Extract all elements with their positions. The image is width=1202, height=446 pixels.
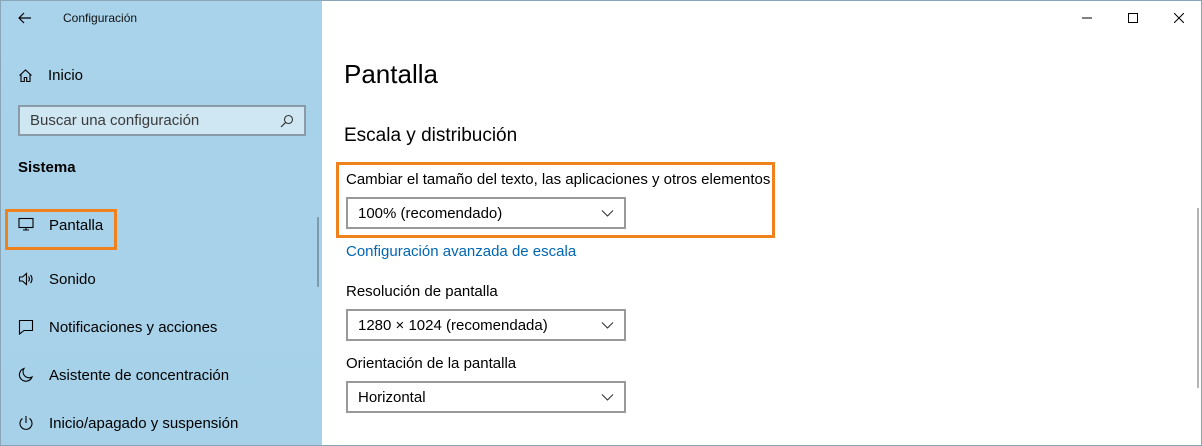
page-title: Pantalla <box>344 59 438 89</box>
search-icon[interactable] <box>280 114 294 128</box>
chevron-down-icon <box>601 394 614 401</box>
settings-window: Configuración Inicio Sistema Pantalla So… <box>0 0 1202 446</box>
nav-list: Pantalla Sonido Notificaciones y accione… <box>1 207 322 445</box>
back-button[interactable] <box>1 1 49 35</box>
scale-dropdown[interactable]: 100% (recomendado) <box>346 197 626 229</box>
sidebar-item-label: Asistente de concentración <box>49 366 230 384</box>
sidebar: Configuración Inicio Sistema Pantalla So… <box>1 1 322 445</box>
maximize-icon <box>1128 13 1138 23</box>
sidebar-item-notificaciones[interactable]: Notificaciones y acciones <box>1 303 322 351</box>
title-bar: Configuración <box>1 1 322 35</box>
sidebar-item-label: Notificaciones y acciones <box>49 318 218 336</box>
sidebar-item-sonido[interactable]: Sonido <box>1 255 322 303</box>
minimize-button[interactable] <box>1064 1 1110 35</box>
resolution-label: Resolución de pantalla <box>346 283 498 300</box>
sidebar-item-label: Pantalla <box>49 217 104 234</box>
scale-label: Cambiar el tamaño del texto, las aplicac… <box>346 171 771 188</box>
window-title: Configuración <box>63 11 138 25</box>
chevron-down-icon <box>601 322 614 329</box>
close-icon <box>1174 13 1184 23</box>
resolution-dropdown[interactable]: 1280 × 1024 (recomendada) <box>346 309 626 341</box>
search-box[interactable] <box>18 105 306 136</box>
sidebar-item-pantalla[interactable]: Pantalla <box>1 207 322 255</box>
search-input[interactable] <box>30 112 270 129</box>
speaker-icon <box>18 272 33 286</box>
maximize-button[interactable] <box>1110 1 1156 35</box>
chevron-down-icon <box>601 210 614 217</box>
monitor-icon <box>18 217 34 231</box>
minimize-icon <box>1082 17 1092 19</box>
advanced-scale-link[interactable]: Configuración avanzada de escala <box>346 243 576 260</box>
close-button[interactable] <box>1156 1 1201 35</box>
back-arrow-icon <box>18 12 31 24</box>
main-scrollbar[interactable] <box>1197 208 1199 388</box>
window-controls <box>1064 1 1201 35</box>
main-content: Pantalla Escala y distribución Cambiar e… <box>322 1 1201 445</box>
home-icon <box>19 68 32 82</box>
orientation-dropdown-value: Horizontal <box>358 388 426 406</box>
section-label-sistema: Sistema <box>18 159 76 176</box>
sidebar-item-label: Sonido <box>49 270 96 288</box>
section-title: Escala y distribución <box>344 125 518 146</box>
notification-icon <box>18 319 34 335</box>
orientation-label: Orientación de la pantalla <box>346 355 517 372</box>
nav-home-label: Inicio <box>48 66 84 84</box>
sidebar-scrollbar[interactable] <box>317 217 319 287</box>
resolution-dropdown-value: 1280 × 1024 (recomendada) <box>358 316 548 334</box>
moon-icon <box>18 367 34 382</box>
sidebar-item-asistente[interactable]: Asistente de concentración <box>1 351 322 399</box>
power-icon <box>19 416 33 430</box>
orientation-dropdown[interactable]: Horizontal <box>346 381 626 413</box>
sidebar-item-label: Inicio/apagado y suspensión <box>49 414 239 432</box>
sidebar-item-inicio-apagado[interactable]: Inicio/apagado y suspensión <box>1 399 322 445</box>
nav-home[interactable]: Inicio <box>1 59 322 91</box>
scale-dropdown-value: 100% (recomendado) <box>358 204 503 222</box>
